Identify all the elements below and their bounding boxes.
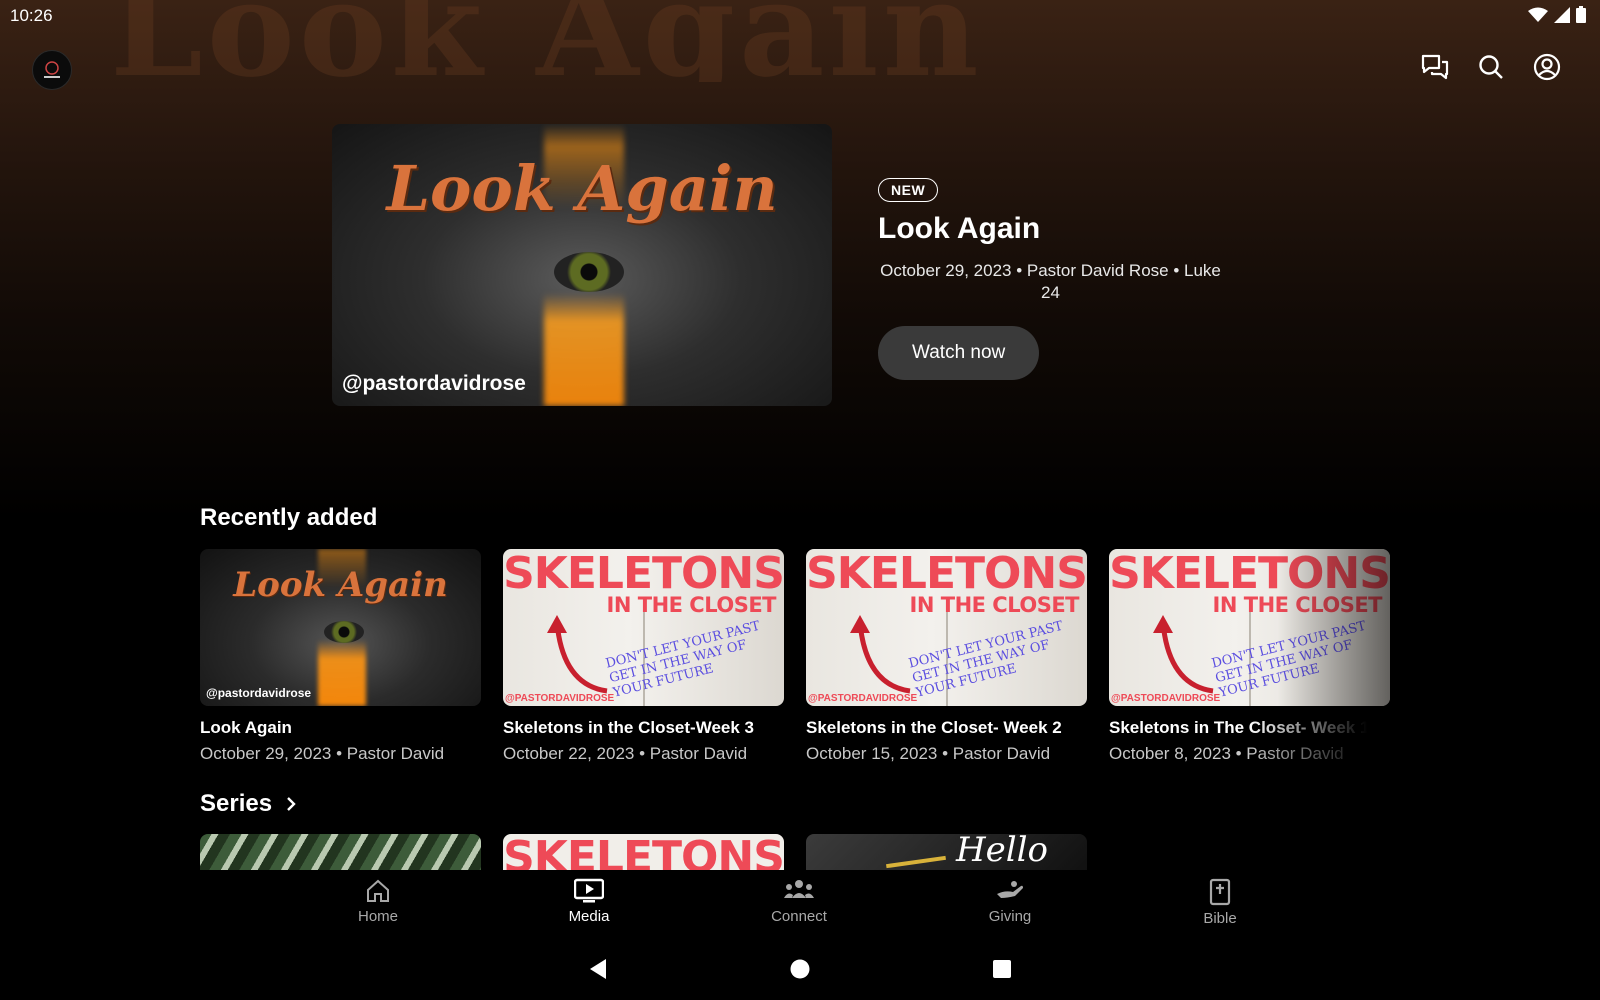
media-card[interactable]: SKELETONS IN THE CLOSET DON'T LET YOUR P… [1109, 549, 1390, 764]
arrow-icon [850, 615, 911, 694]
search-icon[interactable] [1476, 52, 1506, 82]
account-icon[interactable] [1532, 52, 1562, 82]
door-divider [1249, 609, 1251, 706]
hero-thumbnail-eye [554, 252, 624, 292]
nav-label: Connect [771, 908, 827, 925]
recently-added-row: Look Again @pastordavidrose Look Again O… [200, 549, 1390, 764]
series-art-text: SKELETONS [503, 834, 784, 870]
thumbnail-art-title: SKELETONS [806, 549, 1087, 599]
media-card[interactable]: Look Again @pastordavidrose Look Again O… [200, 549, 481, 764]
nav-label: Media [568, 908, 610, 925]
arrow-icon [547, 615, 608, 694]
media-thumbnail: SKELETONS IN THE CLOSET DON'T LET YOUR P… [1109, 549, 1390, 706]
watch-now-button[interactable]: Watch now [878, 326, 1040, 380]
thumbnail-art-subtitle: IN THE CLOSET [909, 593, 1080, 617]
thumbnail-art-subtitle: IN THE CLOSET [1212, 593, 1383, 617]
hero-title: Look Again [878, 212, 1041, 245]
media-card[interactable]: SKELETONS IN THE CLOSET DON'T LET YOUR P… [503, 549, 784, 764]
series-header[interactable]: Series [200, 790, 296, 818]
new-badge: NEW [878, 178, 939, 202]
series-art-stroke [886, 855, 946, 869]
hero-thumbnail-handle: @pastordavidrose [342, 372, 526, 395]
thumbnail-art-handle: @pastordavidrose [206, 686, 312, 700]
nav-label: Giving [988, 908, 1032, 925]
recently-added-title: Recently added [200, 504, 378, 531]
media-title: Look Again [200, 718, 292, 737]
nav-connect[interactable]: Connect [739, 878, 859, 925]
home-button-icon[interactable] [790, 958, 810, 980]
back-icon[interactable] [588, 958, 608, 980]
media-meta: October 8, 2023 • Pastor David [1109, 744, 1344, 763]
series-title: Series [200, 790, 273, 817]
hero-info: NEW Look Again October 29, 2023 • Pastor… [878, 178, 1238, 380]
thumbnail-art-handle: @PASTORDAVIDROSE [808, 693, 918, 704]
thumbnail-art-handle: @PASTORDAVIDROSE [1111, 693, 1221, 704]
nav-label: Bible [1203, 910, 1237, 927]
thumbnail-art-scribble: DON'T LET YOUR PAST GET IN THE WAY OF YO… [604, 618, 762, 701]
chevron-right-icon [287, 797, 296, 811]
thumbnail-art-scribble: DON'T LET YOUR PAST GET IN THE WAY OF YO… [1210, 618, 1368, 701]
thumbnail-eye [324, 621, 364, 643]
hero-meta: October 29, 2023 • Pastor David Rose • L… [880, 261, 1221, 302]
media-title: Skeletons in the Closet-Week 3 [503, 718, 754, 737]
media-meta: October 22, 2023 • Pastor David [503, 744, 748, 763]
nav-media[interactable]: Media [529, 878, 649, 925]
thumbnail-art-subtitle: IN THE CLOSET [606, 593, 777, 617]
status-bar: 10:26 [0, 0, 1600, 30]
series-card[interactable] [200, 834, 481, 870]
nav-label: Home [357, 908, 398, 925]
series-art-text: Hello [956, 834, 1048, 870]
media-meta: October 15, 2023 • Pastor David [806, 744, 1051, 763]
bottom-navigation: Home Media Connect Giving Bible [0, 870, 1600, 940]
giving-icon [997, 881, 1023, 898]
arrow-icon [1153, 615, 1214, 694]
media-thumbnail: SKELETONS IN THE CLOSET DON'T LET YOUR P… [503, 549, 784, 706]
media-thumbnail: SKELETONS IN THE CLOSET DON'T LET YOUR P… [806, 549, 1087, 706]
system-navigation [0, 940, 1600, 1000]
church-logo[interactable] [32, 50, 72, 90]
thumbnail-art-title: Look Again [233, 565, 448, 605]
nav-home[interactable]: Home [318, 878, 438, 925]
series-row: SKELETONS Hello [200, 834, 1087, 870]
top-actions [1420, 52, 1562, 82]
thumbnail-art-scribble: DON'T LET YOUR PAST GET IN THE WAY OF YO… [907, 618, 1065, 701]
thumbnail-art-title: SKELETONS [503, 549, 784, 599]
media-thumbnail: Look Again @pastordavidrose [200, 549, 481, 706]
nav-giving[interactable]: Giving [950, 878, 1070, 925]
nav-bible[interactable]: Bible [1160, 878, 1280, 927]
hero-thumbnail-title: Look Again [386, 152, 778, 225]
battery-icon [1576, 6, 1586, 23]
hero-thumbnail[interactable]: Look Again @pastordavidrose [332, 124, 832, 406]
connect-icon [784, 880, 814, 898]
media-icon [574, 878, 604, 903]
media-title: Skeletons in The Closet- Week 1 [1109, 718, 1370, 737]
media-card[interactable]: SKELETONS IN THE CLOSET DON'T LET YOUR P… [806, 549, 1087, 764]
signal-icon [1554, 6, 1570, 23]
recents-icon[interactable] [992, 958, 1012, 980]
logo-icon [44, 61, 60, 78]
wifi-icon [1528, 7, 1548, 22]
status-icons [1528, 6, 1586, 23]
media-title: Skeletons in the Closet- Week 2 [806, 718, 1062, 737]
bible-icon [1209, 878, 1231, 906]
series-card[interactable]: SKELETONS [503, 834, 784, 870]
media-meta: October 29, 2023 • Pastor David [200, 744, 445, 763]
home-icon [367, 879, 389, 902]
chat-icon[interactable] [1420, 52, 1450, 82]
series-card[interactable]: Hello [806, 834, 1087, 870]
thumbnail-art-handle: @PASTORDAVIDROSE [505, 693, 615, 704]
thumbnail-art-title: SKELETONS [1109, 549, 1390, 599]
status-time: 10:26 [10, 6, 53, 25]
